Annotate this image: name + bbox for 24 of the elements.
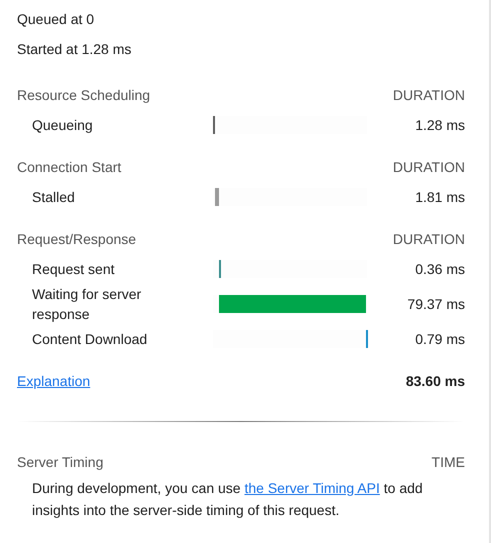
summary-text: Started at 1.28 ms [17,40,132,59]
duration-text: 1.28 ms [414,117,465,133]
server-timing-api-link[interactable]: the Server Timing API [244,480,380,496]
summary-text: Queued at 0 [17,10,96,29]
column-header: DURATION [392,86,465,105]
timing-label: Queueing [32,116,94,135]
section-title: Resource Scheduling [17,86,150,105]
section-title: Server Timing [17,453,104,472]
timing-label: Content Download [32,330,148,349]
section-title: Request/Response [17,230,136,249]
timing-label: Request sent [32,260,116,279]
section-title: Connection Start [17,158,122,177]
timing-label: Waiting for server response [32,285,142,324]
duration-text: 79.37 ms [406,296,465,312]
timing-label: Stalled [32,188,76,207]
column-header: TIME [432,453,465,472]
server-timing-description: During development, you can use the Server Timing API to add insights into the server-side timing of this request. [31,479,424,520]
column-header: DURATION [392,230,465,249]
duration-text: 1.81 ms [414,189,465,205]
explanation-link[interactable]: Explanation [17,366,90,396]
total-duration: 83.60 ms [406,372,465,391]
duration-text: 0.79 ms [414,331,465,347]
duration-text: 0.36 ms [414,261,465,277]
column-header: DURATION [392,158,465,177]
